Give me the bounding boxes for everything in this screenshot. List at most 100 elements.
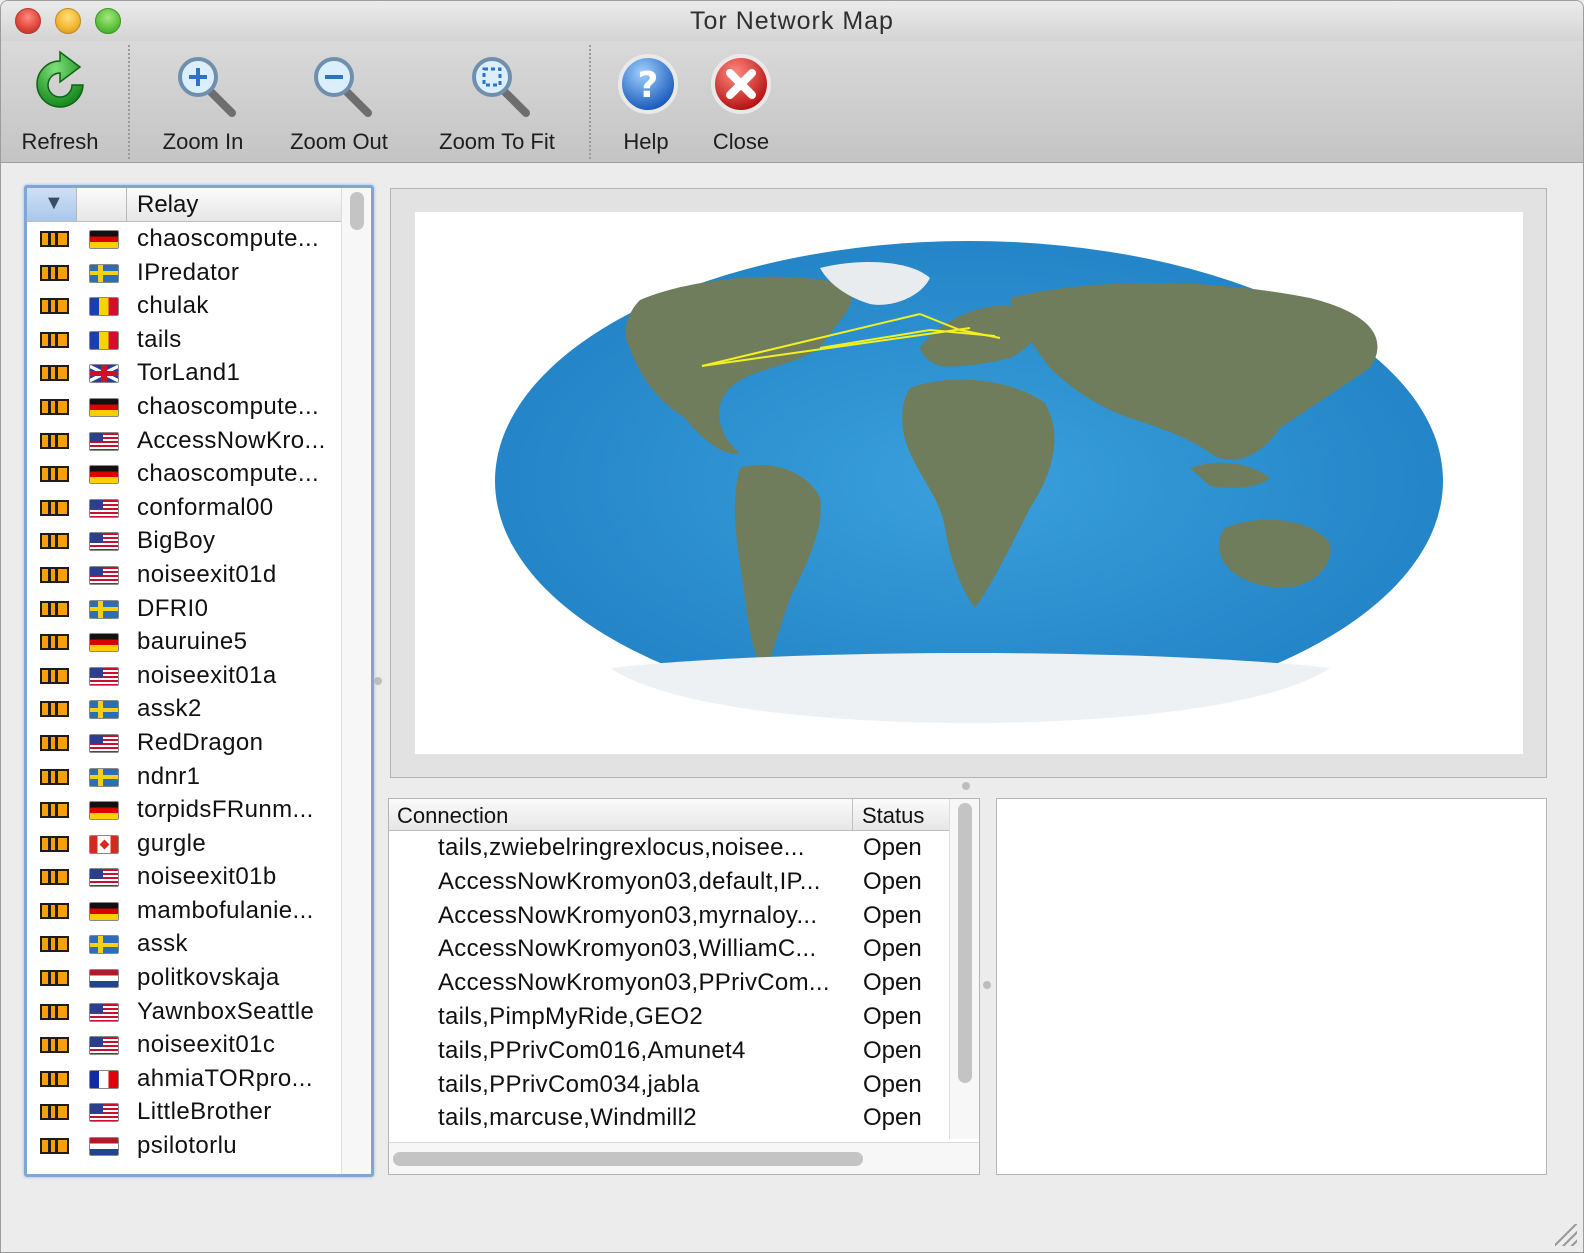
relay-name: noiseexit01d	[137, 560, 277, 588]
zoom-in-button[interactable]: Zoom In	[157, 49, 249, 155]
country-flag-icon	[89, 364, 119, 384]
country-column-header[interactable]	[77, 188, 127, 221]
bandwidth-icon	[40, 1104, 69, 1121]
split-handle-vertical-lower[interactable]	[983, 981, 991, 989]
relay-row[interactable]: mambofulanie...	[27, 895, 341, 929]
relay-row[interactable]: chaoscompute...	[27, 391, 341, 425]
relay-name: torpidsFRunm...	[137, 796, 314, 824]
connection-status: Open	[863, 867, 922, 895]
relay-row[interactable]: BigBoy	[27, 525, 341, 559]
relay-row[interactable]: politkovskaja	[27, 962, 341, 996]
relay-row[interactable]: AccessNowKro...	[27, 425, 341, 459]
relay-row[interactable]: assk	[27, 928, 341, 962]
connection-status: Open	[863, 1070, 922, 1098]
relay-row[interactable]: noiseexit01d	[27, 559, 341, 593]
relay-list-scrollbar[interactable]	[341, 188, 371, 1174]
zoom-out-button[interactable]: Zoom Out	[283, 49, 395, 155]
connection-row[interactable]: AccessNowKromyon03,WilliamC... Open	[389, 933, 949, 967]
bandwidth-icon	[40, 533, 69, 550]
bandwidth-column-header[interactable]: ▼	[27, 188, 77, 221]
relay-row[interactable]: chaoscompute...	[27, 458, 341, 492]
map-viewport[interactable]	[415, 212, 1523, 754]
connection-row[interactable]: tails,PimpMyRide,GEO2 Open	[389, 1001, 949, 1035]
connection-scroll-thumb[interactable]	[958, 803, 972, 1083]
connection-path: AccessNowKromyon03,default,IP...	[438, 867, 821, 895]
split-handle-vertical[interactable]	[374, 677, 382, 685]
resize-grip-icon[interactable]	[1555, 1224, 1577, 1246]
relay-row[interactable]: DFRI0	[27, 593, 341, 627]
connection-status: Open	[863, 901, 922, 929]
country-flag-icon	[89, 633, 119, 653]
relay-row[interactable]: chaoscompute...	[27, 223, 341, 257]
country-flag-icon	[89, 901, 119, 921]
window-title: Tor Network Map	[690, 7, 894, 35]
connection-table-scrollbar[interactable]	[949, 799, 979, 1139]
relay-column-header[interactable]: Relay	[137, 191, 198, 219]
relay-list-scroll-thumb[interactable]	[350, 192, 364, 230]
relay-row[interactable]: ahmiaTORpro...	[27, 1063, 341, 1097]
connection-table-hscrollbar[interactable]	[389, 1142, 979, 1174]
relay-row[interactable]: conformal00	[27, 492, 341, 526]
relay-row[interactable]: chulak	[27, 290, 341, 324]
relay-list-header: ▼ Relay	[27, 188, 341, 222]
relay-name: psilotorlu	[137, 1132, 238, 1160]
status-column-header[interactable]: Status	[862, 803, 924, 829]
bandwidth-icon	[40, 264, 69, 281]
relay-name: politkovskaja	[137, 964, 280, 992]
connection-path: AccessNowKromyon03,myrnaloy...	[438, 901, 818, 929]
relay-name: YawnboxSeattle	[137, 997, 315, 1025]
relay-row[interactable]: IPredator	[27, 257, 341, 291]
relay-row[interactable]: gurgle	[27, 828, 341, 862]
connection-hscroll-thumb[interactable]	[393, 1152, 863, 1166]
relay-row[interactable]: RedDragon	[27, 727, 341, 761]
bandwidth-icon	[40, 398, 69, 415]
relay-row[interactable]: LittleBrother	[27, 1096, 341, 1130]
split-handle-horizontal[interactable]	[962, 782, 970, 790]
column-divider[interactable]	[852, 799, 853, 831]
refresh-icon	[36, 50, 84, 108]
relay-row[interactable]: noiseexit01c	[27, 1029, 341, 1063]
relay-row[interactable]: ndnr1	[27, 761, 341, 795]
connection-row[interactable]: tails,marcuse,Windmill2 Open	[389, 1102, 949, 1136]
relay-row[interactable]: YawnboxSeattle	[27, 996, 341, 1030]
relay-row[interactable]: TorLand1	[27, 357, 341, 391]
connection-table-header: Connection Status	[389, 799, 949, 831]
help-button[interactable]: ? Help	[613, 49, 679, 155]
connection-row[interactable]: AccessNowKromyon03,PPrivCom... Open	[389, 967, 949, 1001]
relay-row[interactable]: assk2	[27, 693, 341, 727]
connection-status: Open	[863, 1104, 922, 1132]
relay-name: bauruine5	[137, 628, 248, 656]
connection-row[interactable]: AccessNowKromyon03,myrnaloy... Open	[389, 900, 949, 934]
zoom-out-icon	[314, 57, 372, 117]
connection-path: tails,marcuse,Windmill2	[438, 1104, 697, 1132]
relay-row[interactable]: torpidsFRunm...	[27, 794, 341, 828]
connection-row[interactable]: tails,zwiebelringrexlocus,noisee... Open	[389, 832, 949, 866]
zoom-in-label: Zoom In	[162, 129, 244, 154]
country-flag-icon	[89, 465, 119, 485]
country-flag-icon	[89, 1036, 119, 1056]
close-button[interactable]: Close	[705, 49, 777, 155]
country-flag-icon	[89, 263, 119, 283]
zoom-to-fit-button[interactable]: Zoom To Fit	[429, 49, 565, 155]
relay-name: conformal00	[137, 493, 274, 521]
connection-row[interactable]: tails,PPrivCom016,Amunet4 Open	[389, 1035, 949, 1069]
world-map[interactable]	[490, 238, 1448, 725]
relay-name: assk	[137, 930, 188, 958]
country-flag-icon	[89, 1137, 119, 1157]
relay-row[interactable]: noiseexit01a	[27, 660, 341, 694]
relay-row[interactable]: psilotorlu	[27, 1130, 341, 1164]
relay-name: noiseexit01c	[137, 1031, 276, 1059]
relay-row[interactable]: tails	[27, 324, 341, 358]
bandwidth-icon	[40, 869, 69, 886]
bandwidth-icon	[40, 734, 69, 751]
relay-name: LittleBrother	[137, 1098, 272, 1126]
country-flag-icon	[89, 801, 119, 821]
country-flag-icon	[89, 431, 119, 451]
connection-row[interactable]: AccessNowKromyon03,default,IP... Open	[389, 866, 949, 900]
relay-row[interactable]: bauruine5	[27, 626, 341, 660]
bandwidth-icon	[40, 466, 69, 483]
connection-row[interactable]: tails,PPrivCom034,jabla Open	[389, 1069, 949, 1103]
relay-row[interactable]: noiseexit01b	[27, 861, 341, 895]
refresh-button[interactable]: Refresh	[15, 49, 105, 155]
connection-column-header[interactable]: Connection	[397, 803, 508, 829]
